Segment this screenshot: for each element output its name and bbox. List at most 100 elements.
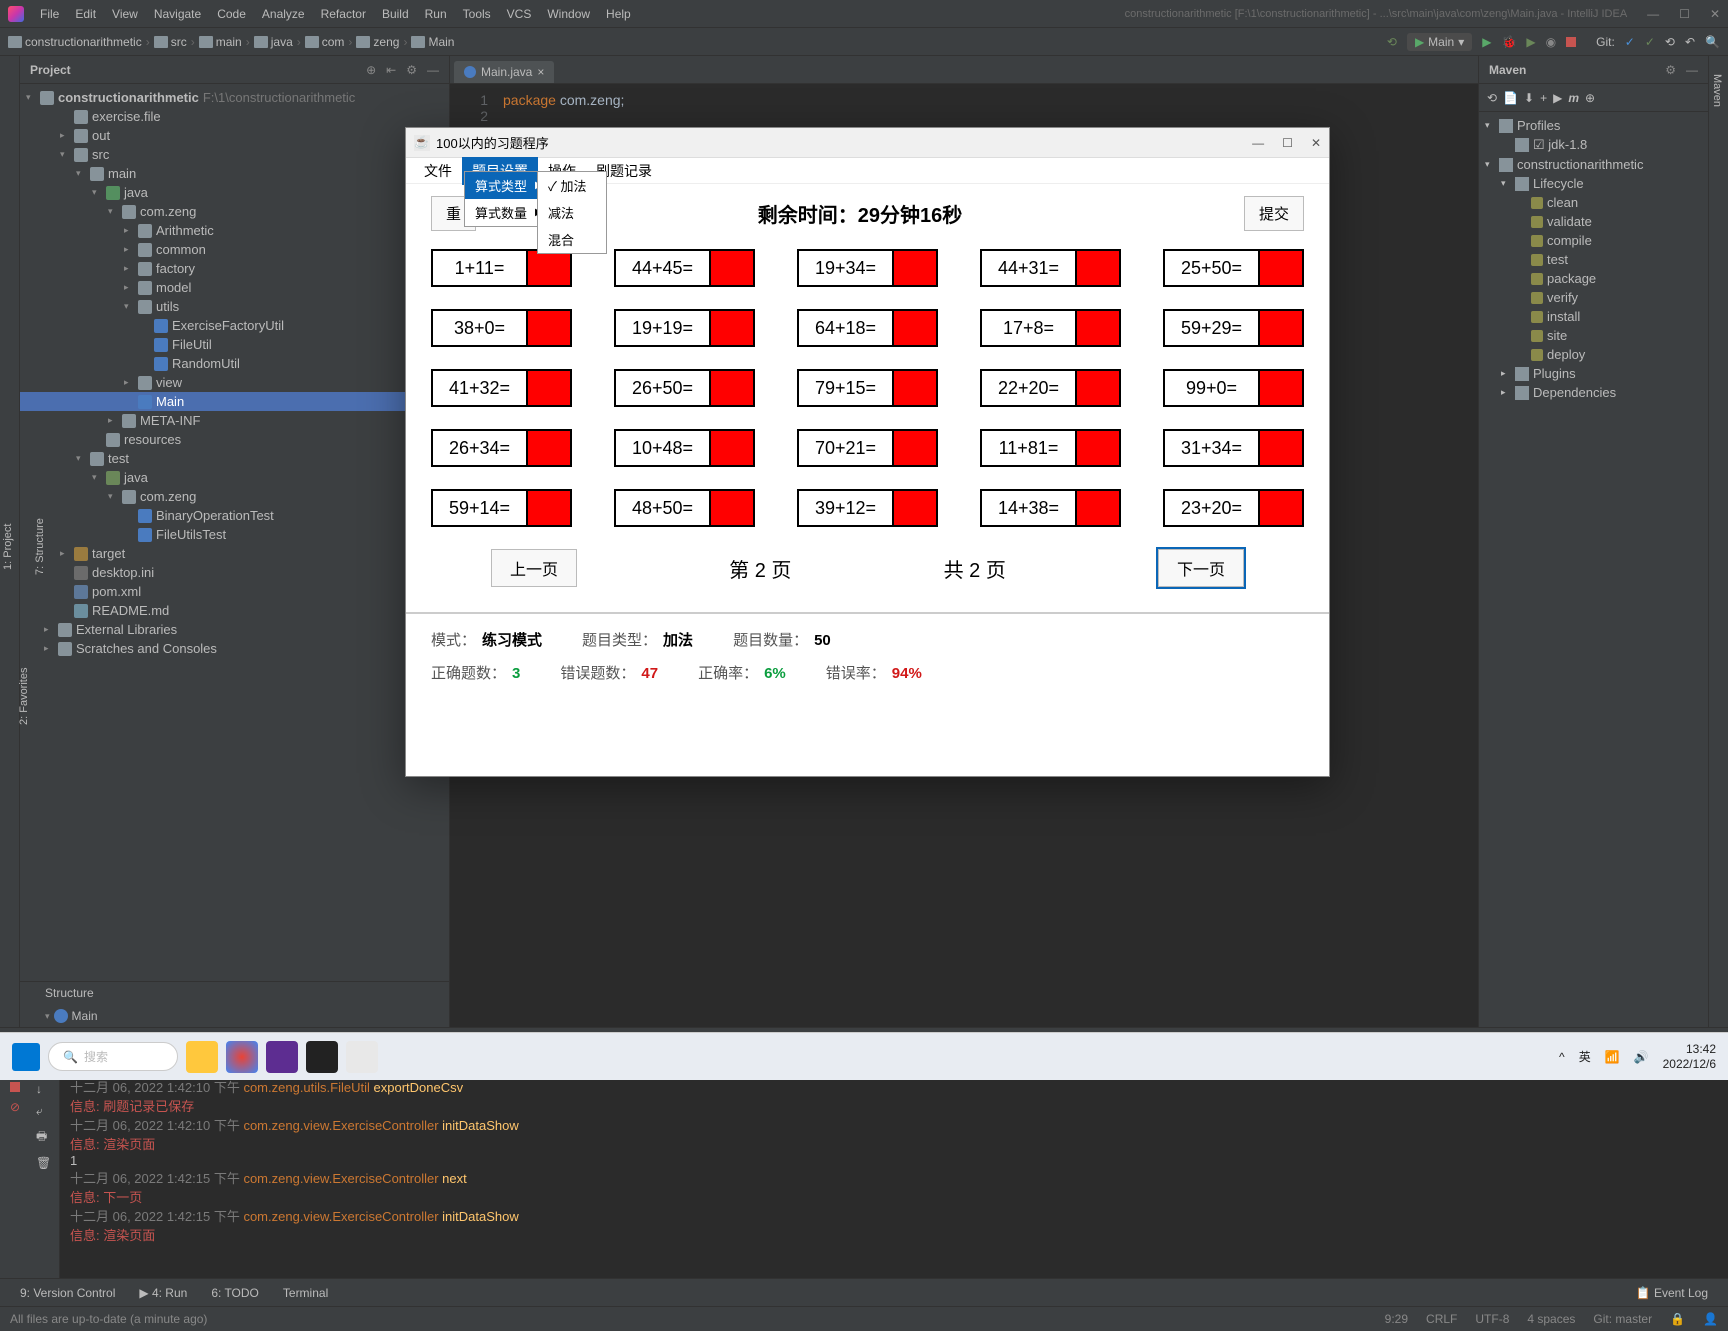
maven-tree[interactable]: ▾Profiles☑ jdk-1.8▾constructionarithmeti… <box>1479 112 1708 406</box>
menu-build[interactable]: Build <box>374 3 417 25</box>
tree-node-model[interactable]: ▸model <box>20 278 449 297</box>
maven-node-constructionarithmetic[interactable]: ▾constructionarithmetic <box>1479 155 1708 174</box>
vcs-commit-icon[interactable]: ✓ <box>1645 35 1655 49</box>
answer-input[interactable] <box>892 311 936 345</box>
tray-wifi-icon[interactable]: 📶 <box>1605 1050 1620 1064</box>
answer-input[interactable] <box>1075 371 1119 405</box>
answer-input[interactable] <box>892 251 936 285</box>
build-hammer-icon[interactable]: ⟲ <box>1387 35 1397 49</box>
tree-node-desktop-ini[interactable]: desktop.ini <box>20 563 449 582</box>
prev-page-button[interactable]: 上一页 <box>491 549 577 587</box>
wrap-icon[interactable]: ⤶ <box>36 1104 53 1119</box>
structure-header[interactable]: Structure <box>20 981 449 1005</box>
line-separator[interactable]: CRLF <box>1426 1312 1457 1326</box>
collapse-all-icon[interactable]: ⇤ <box>386 63 396 77</box>
gear-icon[interactable]: ⚙ <box>406 63 417 77</box>
editor-tab-main[interactable]: Main.java × <box>454 61 554 83</box>
answer-input[interactable] <box>1258 311 1302 345</box>
maximize-icon[interactable]: ☐ <box>1679 7 1690 21</box>
trash-icon[interactable]: 🗑 <box>36 1156 53 1170</box>
maven-node-deploy[interactable]: deploy <box>1479 345 1708 364</box>
tree-node-out[interactable]: ▸out <box>20 126 449 145</box>
search-icon[interactable]: 🔍 <box>1705 35 1720 49</box>
tree-node-java[interactable]: ▾java <box>20 183 449 202</box>
toggle-icon[interactable]: ⊕ <box>1585 91 1595 105</box>
menu-refactor[interactable]: Refactor <box>313 3 374 25</box>
maven-node---jdk-1-8[interactable]: ☑ jdk-1.8 <box>1479 135 1708 155</box>
answer-input[interactable] <box>709 431 753 465</box>
maven-node-clean[interactable]: clean <box>1479 193 1708 212</box>
gear-icon[interactable]: ⚙ <box>1665 63 1676 77</box>
menu-file[interactable]: File <box>32 3 67 25</box>
print-icon[interactable]: 🖶 <box>36 1127 53 1148</box>
answer-input[interactable] <box>526 251 570 285</box>
tree-node-com-zeng[interactable]: ▾com.zeng <box>20 202 449 221</box>
breadcrumb-item[interactable]: src <box>154 35 187 49</box>
tree-node-binaryoperationtest[interactable]: BinaryOperationTest <box>20 506 449 525</box>
tree-node-main[interactable]: Main <box>20 392 449 411</box>
maven-node-site[interactable]: site <box>1479 326 1708 345</box>
menu-analyze[interactable]: Analyze <box>254 3 313 25</box>
taskbar-clock[interactable]: 13:42 2022/12/6 <box>1663 1042 1716 1071</box>
close-tab-icon[interactable]: × <box>537 65 544 79</box>
answer-input[interactable] <box>1258 431 1302 465</box>
event-log-button[interactable]: 📋 Event Log <box>1636 1286 1708 1300</box>
debug-button[interactable]: 🐞 <box>1501 35 1516 49</box>
answer-input[interactable] <box>709 491 753 525</box>
menu-code[interactable]: Code <box>209 3 254 25</box>
answer-input[interactable] <box>1258 491 1302 525</box>
breadcrumb-item[interactable]: constructionarithmetic <box>8 35 142 49</box>
answer-input[interactable] <box>526 371 570 405</box>
submenu-option[interactable]: 混合 <box>538 226 606 253</box>
hide-icon[interactable]: — <box>1686 63 1698 77</box>
tray-volume-icon[interactable]: 🔊 <box>1634 1050 1649 1064</box>
maven-node-lifecycle[interactable]: ▾Lifecycle <box>1479 174 1708 193</box>
breadcrumb-item[interactable]: zeng <box>356 35 399 49</box>
project-tool-tab[interactable]: 1: Project <box>0 66 16 1027</box>
structure-tool-tab[interactable]: 7: Structure <box>32 66 48 1027</box>
run-config-selector[interactable]: ▶ Main ▾ <box>1407 33 1472 51</box>
tree-node-java[interactable]: ▾java <box>20 468 449 487</box>
answer-input[interactable] <box>526 491 570 525</box>
structure-class[interactable]: Main <box>72 1009 98 1023</box>
answer-input[interactable] <box>1075 311 1119 345</box>
tree-node-com-zeng[interactable]: ▾com.zeng <box>20 487 449 506</box>
answer-input[interactable] <box>1258 251 1302 285</box>
answer-input[interactable] <box>1258 371 1302 405</box>
tree-node-view[interactable]: ▸view <box>20 373 449 392</box>
tree-node-randomutil[interactable]: RandomUtil <box>20 354 449 373</box>
chrome-icon[interactable] <box>226 1041 258 1073</box>
maven-node-package[interactable]: package <box>1479 269 1708 288</box>
taskbar-search[interactable]: 🔍 搜索 <box>48 1042 178 1071</box>
tree-node-pom-xml[interactable]: pom.xml <box>20 582 449 601</box>
maven-m-icon[interactable]: m <box>1568 91 1579 105</box>
answer-input[interactable] <box>709 311 753 345</box>
bottom-tab-9--version-control[interactable]: 9: Version Control <box>20 1286 115 1300</box>
tree-node-main[interactable]: ▾main <box>20 164 449 183</box>
menu-view[interactable]: View <box>104 3 146 25</box>
answer-input[interactable] <box>526 431 570 465</box>
tree-node-test[interactable]: ▾test <box>20 449 449 468</box>
hide-icon[interactable]: — <box>427 63 439 77</box>
answer-input[interactable] <box>892 431 936 465</box>
vcs-rollback-icon[interactable]: ↶ <box>1685 35 1695 49</box>
bottom-tab-terminal[interactable]: Terminal <box>283 1286 328 1300</box>
answer-input[interactable] <box>709 371 753 405</box>
breadcrumb-item[interactable]: java <box>254 35 293 49</box>
profile-button[interactable]: ◉ <box>1546 35 1556 49</box>
maven-node-compile[interactable]: compile <box>1479 231 1708 250</box>
close-icon[interactable]: ✕ <box>1710 7 1720 21</box>
submenu-option[interactable]: ✓ 加法 <box>538 172 606 199</box>
tree-node-scratches-and-consoles[interactable]: ▸Scratches and Consoles <box>20 639 449 658</box>
menu-run[interactable]: Run <box>417 3 455 25</box>
java-app-icon[interactable] <box>346 1041 378 1073</box>
tree-node-common[interactable]: ▸common <box>20 240 449 259</box>
answer-input[interactable] <box>1075 491 1119 525</box>
generate-icon[interactable]: 📄 <box>1503 91 1518 105</box>
maven-node-verify[interactable]: verify <box>1479 288 1708 307</box>
answer-input[interactable] <box>1075 251 1119 285</box>
download-icon[interactable]: ⬇ <box>1524 91 1534 105</box>
answer-input[interactable] <box>1075 431 1119 465</box>
breadcrumb-item[interactable]: Main <box>411 35 454 49</box>
tree-node-target[interactable]: ▸target <box>20 544 449 563</box>
